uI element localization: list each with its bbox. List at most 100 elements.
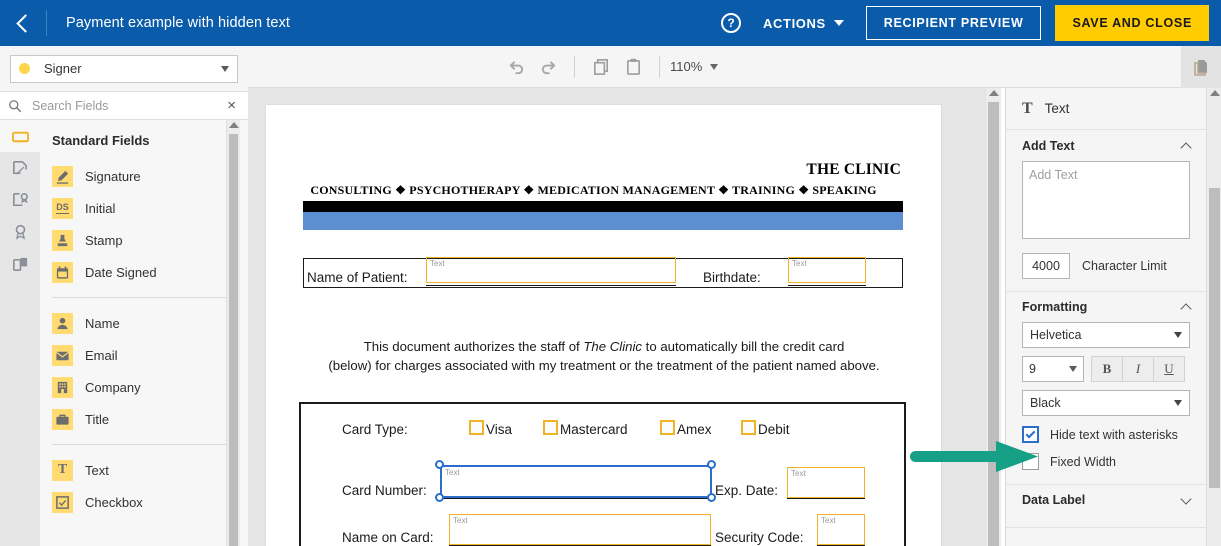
- redo-arrow-icon: [541, 61, 556, 75]
- rail-item-custom-fields[interactable]: [0, 152, 40, 184]
- selected-text-tag-card-number[interactable]: Text: [440, 465, 712, 498]
- award-ribbon-icon: [15, 224, 25, 240]
- search-icon: [9, 99, 22, 112]
- resize-handle-top-left[interactable]: [435, 460, 444, 469]
- checkbox-tag-visa[interactable]: [469, 420, 484, 435]
- card-type-visa-label: Visa: [486, 422, 513, 437]
- page-thumbnails-button[interactable]: [1181, 45, 1221, 88]
- green-pointer-arrow: [908, 438, 1040, 474]
- text-tag-security-code[interactable]: Text: [817, 514, 865, 545]
- checkbox-tag-debit[interactable]: [741, 420, 756, 435]
- save-and-close-button[interactable]: SAVE AND CLOSE: [1055, 5, 1209, 41]
- scrollbar-thumb[interactable]: [229, 134, 238, 546]
- para-line1-post: to automatically bill the credit card: [642, 339, 845, 354]
- rail-item-certificate-fields[interactable]: [0, 184, 40, 216]
- italic-button[interactable]: I: [1122, 356, 1154, 382]
- search-input[interactable]: [30, 97, 224, 114]
- section-title: Add Text: [1022, 139, 1075, 153]
- character-limit-input[interactable]: [1022, 253, 1070, 279]
- document-canvas[interactable]: THE CLINIC CONSULTING ❖ PSYCHOTHERAPY ❖ …: [248, 88, 985, 546]
- scroll-up-arrow-icon[interactable]: [228, 122, 239, 128]
- copy-paste-group: [585, 52, 649, 82]
- resize-handle-bottom-left[interactable]: [435, 493, 444, 502]
- rail-item-device-fields[interactable]: [0, 248, 40, 280]
- field-label: Text: [85, 462, 109, 478]
- toolbar-divider: [659, 55, 660, 78]
- field-item-email[interactable]: Email: [40, 339, 248, 371]
- field-category-rail: [0, 120, 40, 546]
- add-text-textarea[interactable]: [1022, 161, 1190, 239]
- copy-button[interactable]: [585, 52, 617, 82]
- bold-button[interactable]: B: [1091, 356, 1123, 382]
- font-color-select[interactable]: Black: [1022, 390, 1190, 416]
- chevron-down-icon: [1174, 332, 1182, 338]
- redo-button[interactable]: [532, 52, 564, 82]
- scroll-up-arrow-icon[interactable]: [988, 90, 999, 96]
- scrollbar-thumb[interactable]: [988, 102, 999, 546]
- underline-button[interactable]: U: [1153, 356, 1185, 382]
- back-button[interactable]: [0, 0, 46, 46]
- zoom-control[interactable]: 110%: [670, 59, 719, 74]
- rail-item-standard-fields[interactable]: [0, 120, 40, 152]
- toolbar-divider: [574, 55, 575, 78]
- person-icon: [52, 312, 73, 334]
- exp-date-rule: [787, 498, 865, 499]
- fixed-width-label: Fixed Width: [1050, 454, 1116, 469]
- field-item-initial[interactable]: DS Initial: [40, 192, 248, 224]
- ds-initial-icon: DS: [52, 197, 73, 219]
- field-item-checkbox[interactable]: Checkbox: [40, 486, 248, 518]
- paste-button[interactable]: [617, 52, 649, 82]
- text-tag-patient-name[interactable]: Text: [426, 257, 676, 283]
- para-line2: (below) for charges associated with my t…: [328, 358, 880, 373]
- text-tag-birthdate[interactable]: Text: [788, 257, 866, 283]
- canvas-scrollbar[interactable]: [985, 88, 1001, 546]
- divider: [52, 297, 236, 298]
- card-number-label: Card Number:: [342, 483, 427, 498]
- undo-button[interactable]: [500, 52, 532, 82]
- section-header-formatting[interactable]: Formatting: [1022, 292, 1192, 322]
- section-title: Formatting: [1022, 300, 1088, 314]
- field-item-date-signed[interactable]: Date Signed: [40, 256, 248, 288]
- chevron-down-icon: [710, 63, 719, 70]
- font-size-select[interactable]: 9: [1022, 356, 1084, 382]
- tag-placeholder: Text: [453, 516, 468, 525]
- name-of-patient-label: Name of Patient:: [307, 270, 408, 285]
- section-data-label: Data Label: [1006, 485, 1206, 515]
- scrollbar-thumb[interactable]: [1209, 188, 1220, 488]
- field-label: Checkbox: [85, 494, 143, 510]
- sidebar-scrollbar[interactable]: [226, 120, 240, 546]
- checkbox-tag-mastercard[interactable]: [543, 420, 558, 435]
- field-item-company[interactable]: Company: [40, 371, 248, 403]
- device-mobile-icon: [12, 257, 27, 271]
- signer-select[interactable]: Signer: [10, 54, 238, 83]
- text-tag-exp-date[interactable]: Text: [787, 467, 865, 498]
- font-size-value: 9: [1029, 362, 1036, 376]
- field-item-signature[interactable]: Signature: [40, 160, 248, 192]
- clear-search-icon[interactable]: ×: [223, 98, 240, 113]
- recipient-preview-button[interactable]: RECIPIENT PREVIEW: [865, 6, 1042, 40]
- font-family-select[interactable]: Helvetica: [1022, 322, 1190, 348]
- text-tag-name-on-card[interactable]: Text: [449, 514, 711, 545]
- actions-menu-button[interactable]: ACTIONS: [763, 16, 844, 31]
- checkbox-tag-amex[interactable]: [660, 420, 675, 435]
- briefcase-icon: [52, 408, 73, 430]
- right-panel-scrollbar[interactable]: [1206, 88, 1221, 546]
- tag-placeholder: Text: [445, 468, 460, 477]
- field-item-title[interactable]: Title: [40, 403, 248, 435]
- resize-handle-top-right[interactable]: [707, 460, 716, 469]
- font-family-value: Helvetica: [1030, 328, 1082, 342]
- header-black-bar: [303, 201, 903, 212]
- rail-item-seals[interactable]: [0, 216, 40, 248]
- field-label: Name: [85, 315, 120, 331]
- field-item-name[interactable]: Name: [40, 307, 248, 339]
- question-circle-icon[interactable]: ?: [721, 13, 742, 33]
- section-header-data-label[interactable]: Data Label: [1022, 485, 1192, 515]
- document-page: THE CLINIC CONSULTING ❖ PSYCHOTHERAPY ❖ …: [266, 105, 941, 546]
- chevron-left-icon: [16, 13, 35, 33]
- field-item-text[interactable]: T Text: [40, 454, 248, 486]
- section-header-add-text[interactable]: Add Text: [1022, 131, 1192, 161]
- rectangle-field-icon: [11, 131, 29, 142]
- field-label: Title: [85, 411, 110, 427]
- field-item-stamp[interactable]: Stamp: [40, 224, 248, 256]
- scroll-up-arrow-icon[interactable]: [1209, 90, 1220, 96]
